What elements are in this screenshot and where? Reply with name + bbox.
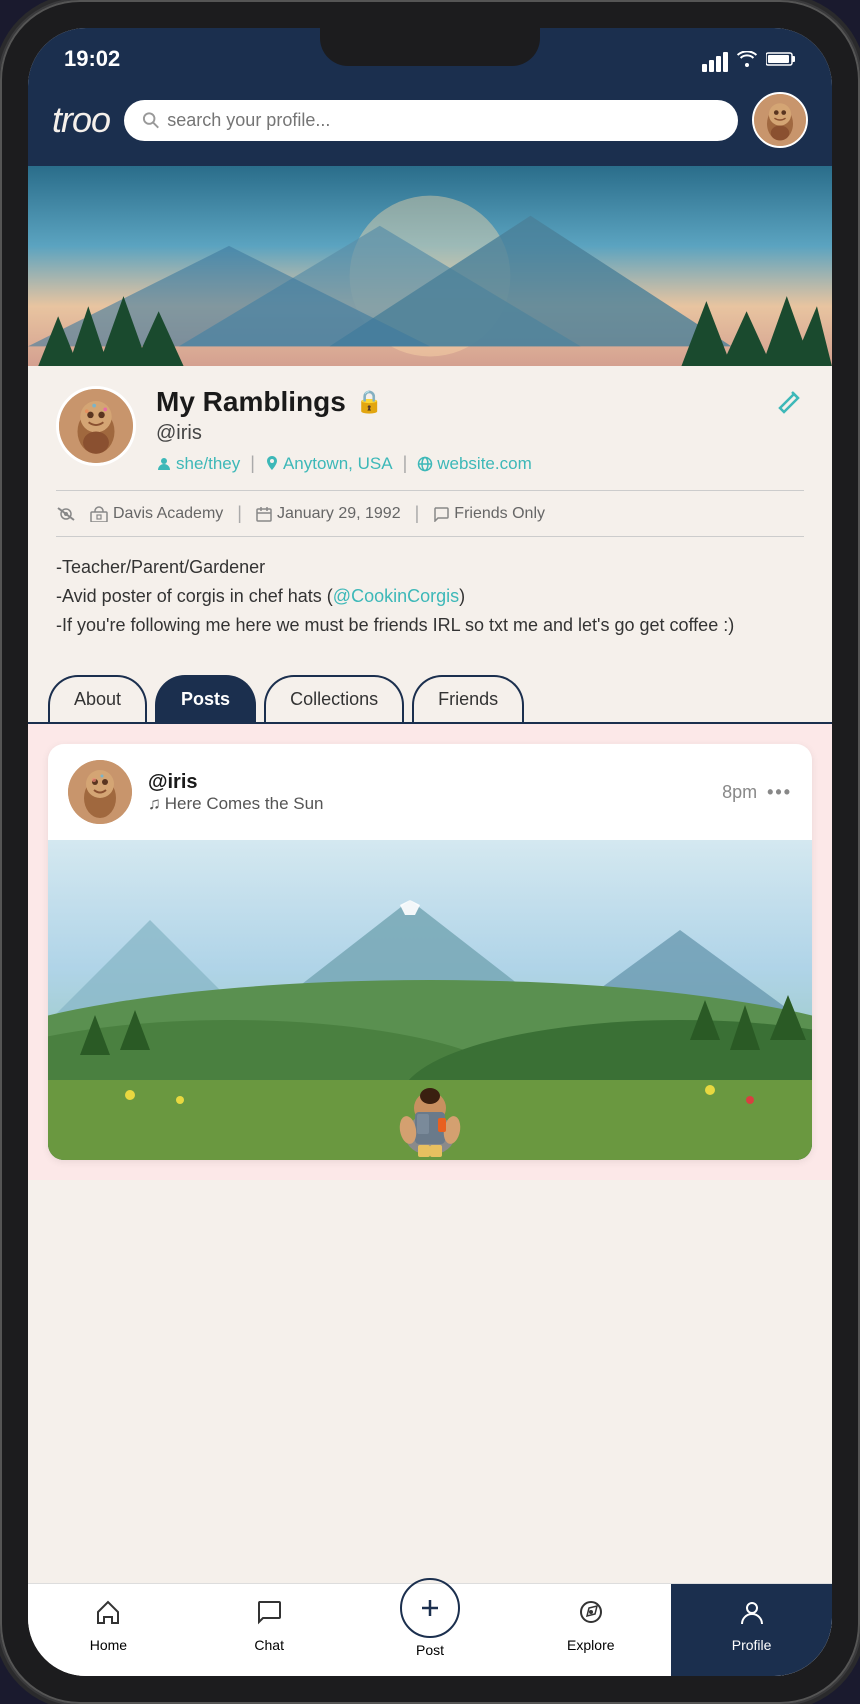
- app-logo: troo: [52, 99, 110, 141]
- sep2: |: [403, 453, 408, 474]
- post-username: @iris: [148, 771, 706, 794]
- divider-1: [56, 490, 804, 491]
- edit-button[interactable]: [776, 386, 804, 421]
- bio-link[interactable]: @CookinCorgis: [333, 586, 459, 606]
- post-button[interactable]: [400, 1578, 460, 1638]
- wifi-icon: [736, 51, 758, 72]
- pronouns-item: she/they: [156, 454, 240, 474]
- tabs-bar: About Posts Collections Friends: [28, 659, 832, 724]
- search-input[interactable]: [167, 110, 720, 131]
- notch: [320, 28, 540, 66]
- post-song: ♫ Here Comes the Sun: [148, 794, 706, 814]
- more-menu-button[interactable]: •••: [767, 782, 792, 803]
- bio: -Teacher/Parent/Gardener -Avid poster of…: [56, 553, 804, 639]
- post-card: @iris ♫ Here Comes the Sun 8pm •••: [48, 744, 812, 1160]
- pronouns-text: she/they: [176, 454, 240, 474]
- friends-only-text: Friends Only: [454, 505, 545, 523]
- post-header: @iris ♫ Here Comes the Sun 8pm •••: [48, 744, 812, 840]
- nav-profile[interactable]: Profile: [671, 1584, 832, 1676]
- header-avatar[interactable]: [752, 92, 808, 148]
- post-time: 8pm: [722, 782, 757, 803]
- hidden-icon: [56, 506, 76, 522]
- sep4: |: [415, 503, 420, 524]
- divider-2: [56, 536, 804, 537]
- profile-header: My Ramblings 🔒 @iris she/they |: [56, 386, 804, 474]
- app-header: troo: [28, 80, 832, 166]
- profile-info: My Ramblings 🔒 @iris she/they |: [156, 386, 756, 474]
- post-user-info: @iris ♫ Here Comes the Sun: [148, 771, 706, 814]
- nav-post[interactable]: Post: [350, 1584, 511, 1676]
- location-icon: [265, 456, 279, 472]
- posts-area: @iris ♫ Here Comes the Sun 8pm •••: [28, 724, 832, 1180]
- post-avatar: [68, 760, 132, 824]
- nav-post-label: Post: [416, 1642, 444, 1658]
- sep3: |: [237, 503, 242, 524]
- music-icon: ♫: [148, 794, 161, 814]
- profile-meta: she/they | Anytown, USA | website.com: [156, 453, 756, 474]
- status-icons: [702, 51, 796, 72]
- nav-profile-label: Profile: [732, 1637, 772, 1653]
- website-item: website.com: [417, 454, 531, 474]
- birthday-item: January 29, 1992: [256, 505, 401, 523]
- hero-banner: [28, 166, 832, 366]
- birthday-text: January 29, 1992: [277, 505, 401, 523]
- battery-icon: [766, 51, 796, 72]
- profile-nav-icon: [738, 1598, 766, 1633]
- profile-name: My Ramblings: [156, 386, 346, 418]
- website-text: website.com: [437, 454, 531, 474]
- tab-about[interactable]: About: [48, 675, 147, 722]
- nav-home[interactable]: Home: [28, 1584, 189, 1676]
- nav-chat-label: Chat: [254, 1637, 284, 1653]
- visibility-item: [56, 506, 76, 522]
- post-time-menu: 8pm •••: [722, 782, 792, 803]
- tab-collections[interactable]: Collections: [264, 675, 404, 722]
- tab-friends[interactable]: Friends: [412, 675, 524, 722]
- username: @iris: [156, 422, 756, 445]
- person-icon: [156, 456, 172, 472]
- search-bar[interactable]: [124, 100, 738, 141]
- nav-explore-label: Explore: [567, 1637, 614, 1653]
- bio-line3: -If you're following me here we must be …: [56, 611, 804, 640]
- nav-chat[interactable]: Chat: [189, 1584, 350, 1676]
- friends-only-item: Friends Only: [433, 505, 545, 523]
- profile-name-row: My Ramblings 🔒: [156, 386, 756, 418]
- chat-icon: [433, 506, 449, 522]
- screen-content: 19:02 tr: [28, 28, 832, 1676]
- bio-line1: -Teacher/Parent/Gardener: [56, 553, 804, 582]
- sep1: |: [250, 453, 255, 474]
- bio-line2: -Avid poster of corgis in chef hats (@Co…: [56, 582, 804, 611]
- calendar-icon: [256, 506, 272, 522]
- location-item: Anytown, USA: [265, 454, 393, 474]
- location-text: Anytown, USA: [283, 454, 393, 474]
- secondary-meta: Davis Academy | January 29, 1992 | Frien…: [56, 503, 804, 524]
- search-icon: [142, 111, 159, 129]
- tab-posts[interactable]: Posts: [155, 675, 256, 722]
- school-text: Davis Academy: [113, 505, 223, 523]
- lock-icon: 🔒: [356, 389, 383, 415]
- nav-home-label: Home: [90, 1637, 127, 1653]
- nav-explore[interactable]: Explore: [510, 1584, 671, 1676]
- status-time: 19:02: [64, 46, 120, 72]
- post-image: [48, 840, 812, 1160]
- profile-section: My Ramblings 🔒 @iris she/they |: [28, 366, 832, 659]
- plus-icon: [416, 1594, 444, 1622]
- explore-icon: [577, 1598, 605, 1633]
- home-icon: [94, 1598, 122, 1633]
- chat-nav-icon: [255, 1598, 283, 1633]
- signal-icon: [702, 52, 728, 72]
- school-icon: [90, 506, 108, 522]
- profile-avatar: [56, 386, 136, 466]
- bottom-nav: Home Chat Post: [28, 1583, 832, 1676]
- globe-icon: [417, 456, 433, 472]
- school-item: Davis Academy: [90, 505, 223, 523]
